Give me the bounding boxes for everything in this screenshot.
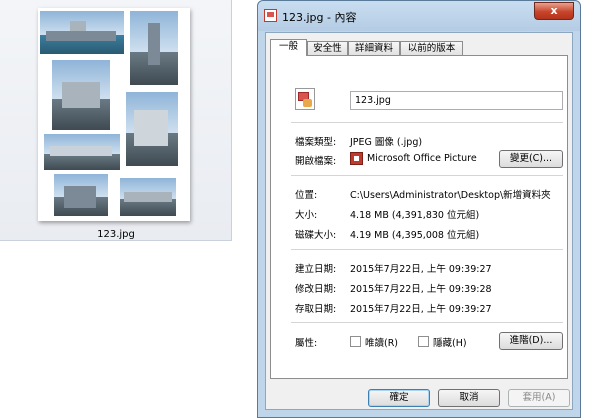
accessed-label: 存取日期: <box>295 304 337 315</box>
apply-button[interactable]: 套用(A) <box>508 389 570 407</box>
ok-button[interactable]: 確定 <box>368 389 430 407</box>
properties-dialog: 123.jpg - 內容 x 一般 安全性 詳細資料 以前的版本 檔案類型: J… <box>257 0 581 418</box>
separator <box>291 322 563 323</box>
file-name-field[interactable] <box>350 91 563 110</box>
separator <box>291 249 563 250</box>
size-value: 4.18 MB (4,391,830 位元組) <box>350 210 480 221</box>
size-on-disk-value: 4.19 MB (4,395,008 位元組) <box>350 230 480 241</box>
accessed-value: 2015年7月22日, 上午 09:39:27 <box>350 304 492 315</box>
created-label: 建立日期: <box>295 264 337 275</box>
separator <box>291 175 563 176</box>
file-thumbnail-tile[interactable]: 123.jpg <box>0 0 232 241</box>
office-picture-icon <box>350 152 363 165</box>
photo-deck-gun <box>52 60 110 130</box>
image-file-icon <box>264 9 277 22</box>
file-name-label: 123.jpg <box>97 229 135 240</box>
photo-missile <box>120 178 176 216</box>
separator <box>291 122 563 123</box>
title-bar[interactable]: 123.jpg - 內容 x <box>258 1 580 31</box>
explorer-pane: 123.jpg <box>0 0 258 418</box>
opens-with-value: Microsoft Office Picture <box>367 153 477 164</box>
hidden-checkbox[interactable] <box>418 336 429 347</box>
close-button[interactable]: x <box>534 2 574 20</box>
opens-with-label: 開啟檔案: <box>295 156 337 167</box>
file-type-label: 檔案類型: <box>295 137 337 148</box>
dialog-body: 一般 安全性 詳細資料 以前的版本 檔案類型: JPEG 圖像 (.jpg) 開… <box>265 32 573 410</box>
change-button[interactable]: 變更(C)... <box>499 150 563 168</box>
size-label: 大小: <box>295 210 318 221</box>
tab-previous-versions[interactable]: 以前的版本 <box>400 41 463 55</box>
tab-security[interactable]: 安全性 <box>307 41 348 55</box>
photo-torpedo <box>44 134 120 170</box>
tab-details[interactable]: 詳細資料 <box>348 41 400 55</box>
readonly-label[interactable]: 唯讀(R) <box>365 335 398 349</box>
photo-launcher <box>54 174 108 216</box>
modified-label: 修改日期: <box>295 284 337 295</box>
attributes-label: 屬性: <box>295 338 318 349</box>
general-panel: 檔案類型: JPEG 圖像 (.jpg) 開啟檔案: Microsoft Off… <box>270 55 568 379</box>
modified-value: 2015年7月22日, 上午 09:39:28 <box>350 284 492 295</box>
cancel-button[interactable]: 取消 <box>438 389 500 407</box>
location-label: 位置: <box>295 190 318 201</box>
image-thumbnail <box>38 8 190 221</box>
file-type-value: JPEG 圖像 (.jpg) <box>350 137 423 148</box>
window-title: 123.jpg - 內容 <box>282 11 357 24</box>
created-value: 2015年7月22日, 上午 09:39:27 <box>350 264 492 275</box>
photo-mast <box>130 11 178 85</box>
photo-warship <box>40 11 124 54</box>
photo-turret <box>126 92 178 166</box>
tab-general[interactable]: 一般 <box>270 39 307 56</box>
readonly-checkbox[interactable] <box>350 336 361 347</box>
advanced-button[interactable]: 進階(D)... <box>499 332 563 350</box>
location-value: C:\Users\Administrator\Desktop\新增資料夾 <box>350 190 551 201</box>
jpeg-file-icon <box>295 88 315 110</box>
hidden-label[interactable]: 隱藏(H) <box>433 335 467 349</box>
size-on-disk-label: 磁碟大小: <box>295 230 337 241</box>
